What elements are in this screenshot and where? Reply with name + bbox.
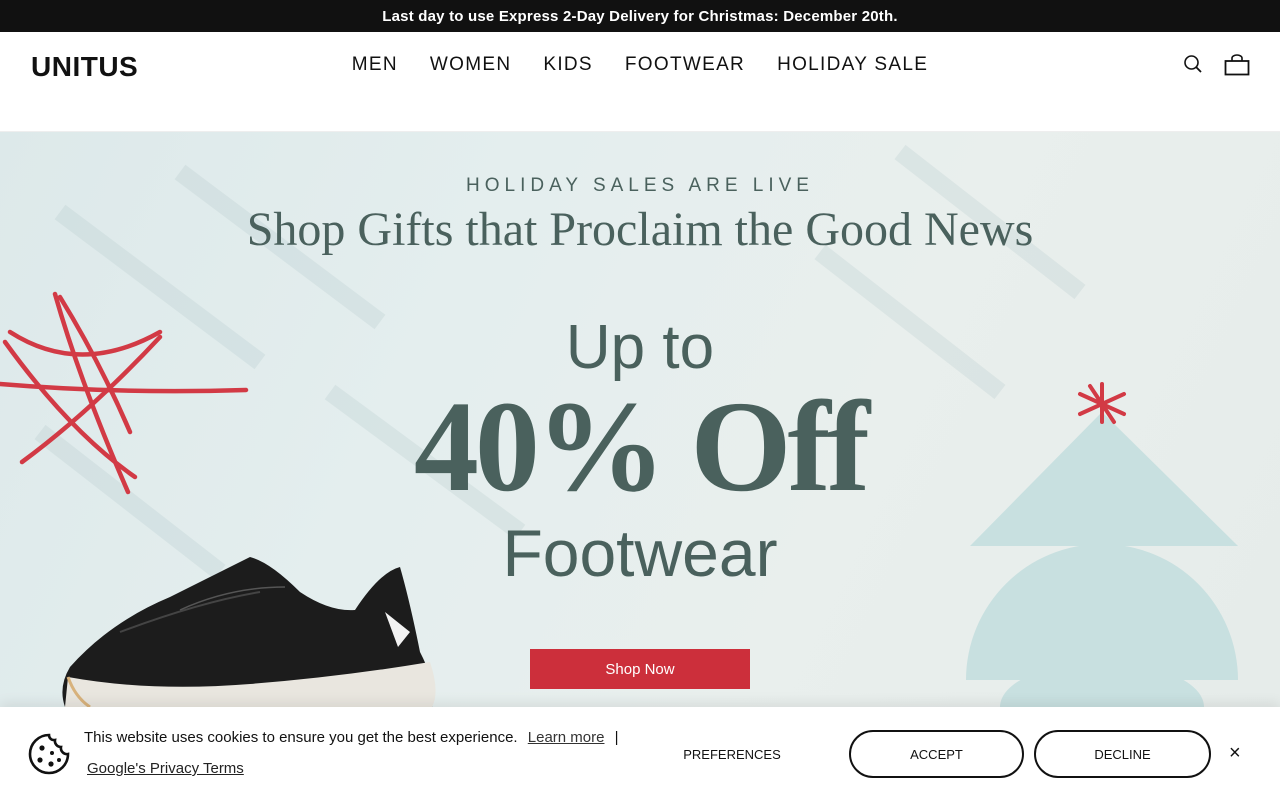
close-icon[interactable]: × <box>1229 741 1241 765</box>
cookie-message-text: This website uses cookies to ensure you … <box>84 729 518 746</box>
nav-kids[interactable]: KIDS <box>527 54 609 76</box>
learn-more-link[interactable]: Learn more <box>528 729 605 746</box>
cookie-message: This website uses cookies to ensure you … <box>84 729 619 746</box>
hero-discount: 40% Off <box>413 375 870 519</box>
main-nav: MEN WOMEN KIDS FOOTWEAR HOLIDAY SALE <box>0 54 1280 76</box>
hero-title: Shop Gifts that Proclaim the Good News <box>246 203 1034 256</box>
hero-eyebrow: HOLIDAY SALES ARE LIVE <box>466 175 814 196</box>
link-separator: | <box>614 729 619 746</box>
cart-icon[interactable] <box>1224 54 1250 81</box>
cookie-icon <box>28 733 70 780</box>
shop-now-button[interactable]: Shop Now <box>530 649 750 689</box>
hero-banner: HOLIDAY SALES ARE LIVE Shop Gifts that P… <box>0 132 1280 707</box>
announcement-text: Last day to use Express 2-Day Delivery f… <box>382 7 898 25</box>
announcement-bar: Last day to use Express 2-Day Delivery f… <box>0 0 1280 32</box>
nav-footwear[interactable]: FOOTWEAR <box>609 54 761 76</box>
hero-category: Footwear <box>502 516 778 590</box>
decline-button[interactable]: DECLINE <box>1034 730 1211 778</box>
nav-women[interactable]: WOMEN <box>414 54 527 76</box>
site-header: UNITUS MEN WOMEN KIDS FOOTWEAR HOLIDAY S… <box>0 32 1280 132</box>
nav-holiday-sale[interactable]: HOLIDAY SALE <box>761 54 944 76</box>
preferences-button[interactable]: PREFERENCES <box>668 731 796 777</box>
nav-men[interactable]: MEN <box>336 54 414 76</box>
privacy-terms-link[interactable]: Google's Privacy Terms <box>87 760 244 777</box>
cookie-banner: This website uses cookies to ensure you … <box>0 707 1280 800</box>
search-icon[interactable] <box>1183 54 1203 79</box>
accept-button[interactable]: ACCEPT <box>849 730 1024 778</box>
